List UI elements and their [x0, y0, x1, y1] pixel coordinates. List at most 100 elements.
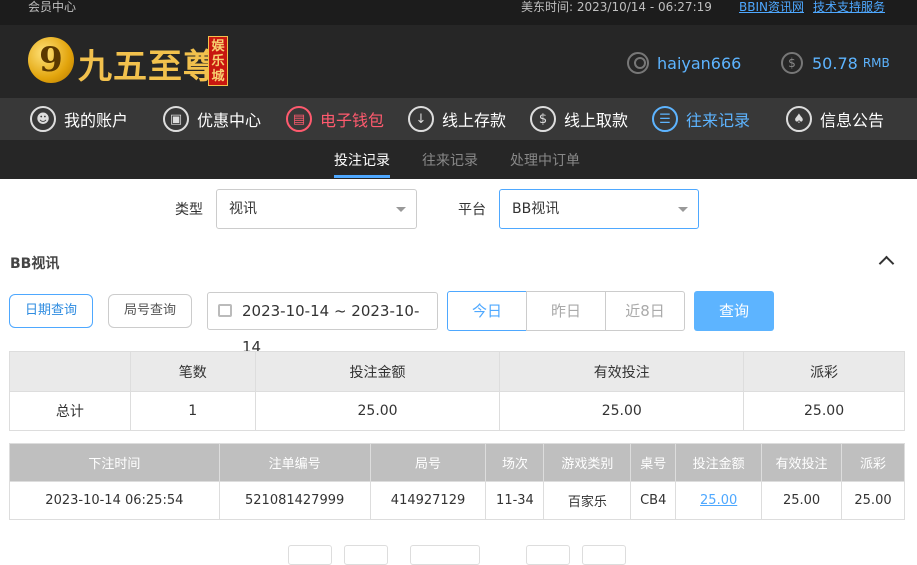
date-query-button[interactable]: 日期查询: [9, 294, 93, 328]
summary-cell: 25.00: [499, 391, 745, 431]
yesterday-button[interactable]: 昨日: [526, 291, 606, 331]
summary-cell: 25.00: [254, 391, 501, 431]
nav-label: 线上取款: [564, 111, 629, 130]
nav-announcements[interactable]: ♠ 信息公告: [786, 105, 884, 133]
game-type: 百家乐: [543, 481, 632, 520]
nav-label: 线上存款: [442, 111, 507, 130]
user-icon: ☻: [30, 106, 56, 132]
summary-header: 投注金额: [254, 351, 501, 392]
summary-header: 笔数: [129, 351, 256, 392]
date-range-value: 2023-10-14 ~ 2023-10-14: [242, 302, 420, 356]
wallet-icon: ▤: [286, 106, 312, 132]
bet-number: 521081427999: [218, 481, 371, 520]
pager-next-button[interactable]: [526, 545, 570, 565]
deposit-icon: ↓: [408, 106, 434, 132]
platform-select[interactable]: BB视讯: [499, 189, 699, 229]
sub-nav: 投注记录 往来记录 处理中订单: [0, 140, 917, 179]
gift-icon: ▣: [163, 106, 189, 132]
chevron-up-icon[interactable]: [879, 254, 893, 268]
summary-header: 派彩: [743, 351, 905, 392]
summary-cell: 25.00: [743, 391, 905, 431]
nav-e-wallet[interactable]: ▤ 电子钱包: [286, 105, 384, 133]
column-header: 游戏类别: [543, 443, 632, 482]
nav-my-account[interactable]: ☻ 我的账户: [30, 105, 128, 133]
column-header: 投注金额: [675, 443, 763, 482]
platform-label: 平台: [458, 202, 486, 218]
last-8-days-button[interactable]: 近8日: [605, 291, 685, 331]
record-icon: ☰: [652, 106, 678, 132]
dollar-icon: $: [781, 52, 803, 74]
nav-records[interactable]: ☰ 往来记录: [652, 105, 750, 133]
column-header: 派彩: [841, 443, 905, 482]
table-number: CB4: [630, 481, 677, 520]
site-logo[interactable]: 9 九五至尊 娱乐城: [28, 35, 228, 87]
pager-prev-button[interactable]: [344, 545, 388, 565]
column-header: 下注时间: [9, 443, 220, 482]
summary-cell: 总计: [9, 391, 131, 431]
nav-label: 电子钱包: [320, 111, 385, 130]
session: 11-34: [485, 481, 545, 520]
pager-page-input[interactable]: [410, 545, 480, 565]
logo-seal: 娱乐城: [208, 36, 228, 86]
nav-online-withdraw[interactable]: $ 线上取款: [530, 105, 628, 133]
column-header: 有效投注: [761, 443, 842, 482]
bet-time: 2023-10-14 06:25:54: [9, 481, 220, 520]
chevron-down-icon: [396, 207, 406, 212]
round-number: 414927129: [369, 481, 487, 520]
bet-detail-table: 下注时间 注单编号 局号 场次 游戏类别 桌号 投注金额 有效投注 派彩 202…: [9, 443, 905, 520]
member-center-label: 会员中心: [28, 0, 77, 14]
tab-bet-records[interactable]: 投注记录: [334, 150, 390, 170]
main-nav: ☻ 我的账户 ▣ 优惠中心 ▤ 电子钱包 ↓ 线上存款 $ 线上取款 ☰ 往来记…: [0, 98, 917, 140]
nav-label: 优惠中心: [197, 111, 262, 130]
query-button[interactable]: 查询: [694, 291, 774, 331]
pager-last-button[interactable]: [582, 545, 626, 565]
logo-text: 九五至尊: [78, 47, 218, 87]
summary-header-row: 笔数 投注金额 有效投注 派彩: [9, 351, 905, 392]
column-header: 注单编号: [218, 443, 371, 482]
type-select[interactable]: 视讯: [216, 189, 417, 229]
nav-label: 往来记录: [686, 111, 751, 130]
type-select-value: 视讯: [229, 201, 257, 217]
column-header: 场次: [485, 443, 545, 482]
bbin-info-link[interactable]: BBIN资讯网: [739, 0, 804, 15]
balance-info[interactable]: $ 50.78 RMB: [781, 52, 890, 74]
summary-total-row: 总计 1 25.00 25.00 25.00: [9, 391, 905, 431]
summary-table: 笔数 投注金额 有效投注 派彩 总计 1 25.00 25.00 25.00: [9, 351, 905, 431]
type-label: 类型: [175, 202, 203, 218]
column-header: 桌号: [630, 443, 677, 482]
server-time: 美东时间: 2023/10/14 - 06:27:19: [521, 0, 712, 14]
column-header: 局号: [369, 443, 487, 482]
bell-icon: ♠: [786, 106, 812, 132]
calendar-icon: [218, 304, 232, 317]
user-info[interactable]: haiyan666: [627, 52, 741, 74]
user-avatar-icon: [627, 52, 649, 74]
summary-header: [9, 351, 131, 392]
site-header: 9 九五至尊 娱乐城 haiyan666 $ 50.78 RMB: [0, 25, 917, 98]
tech-support-link[interactable]: 技术支持服务: [813, 0, 885, 15]
nav-promotions[interactable]: ▣ 优惠中心: [163, 105, 261, 133]
date-range-input[interactable]: 2023-10-14 ~ 2023-10-14: [207, 292, 438, 356]
top-bar: 会员中心 美东时间: 2023/10/14 - 06:27:19 BBIN资讯网…: [0, 0, 917, 25]
table-row: 2023-10-14 06:25:54 521081427999 4149271…: [9, 481, 905, 520]
nav-online-deposit[interactable]: ↓ 线上存款: [408, 105, 506, 133]
withdraw-icon: $: [530, 106, 556, 132]
summary-cell: 1: [129, 391, 256, 431]
logo-coin-icon: 9: [28, 37, 74, 83]
active-tab-indicator: [334, 175, 390, 178]
section-title: BB视讯: [10, 256, 60, 272]
bet-amount-link[interactable]: 25.00: [675, 481, 763, 520]
balance-unit: RMB: [862, 56, 890, 70]
summary-header: 有效投注: [499, 351, 745, 392]
nav-label: 我的账户: [64, 111, 129, 130]
tab-pending-orders[interactable]: 处理中订单: [510, 150, 580, 170]
nav-label: 信息公告: [820, 111, 885, 130]
username: haiyan666: [657, 53, 742, 73]
pager-first-button[interactable]: [288, 545, 332, 565]
balance-amount: 50.78: [812, 53, 858, 73]
payout: 25.00: [841, 481, 905, 520]
detail-header-row: 下注时间 注单编号 局号 场次 游戏类别 桌号 投注金额 有效投注 派彩: [9, 443, 905, 482]
tab-transactions[interactable]: 往来记录: [422, 150, 478, 170]
platform-select-value: BB视讯: [512, 201, 560, 217]
today-button[interactable]: 今日: [447, 291, 527, 331]
round-query-button[interactable]: 局号查询: [108, 294, 192, 328]
